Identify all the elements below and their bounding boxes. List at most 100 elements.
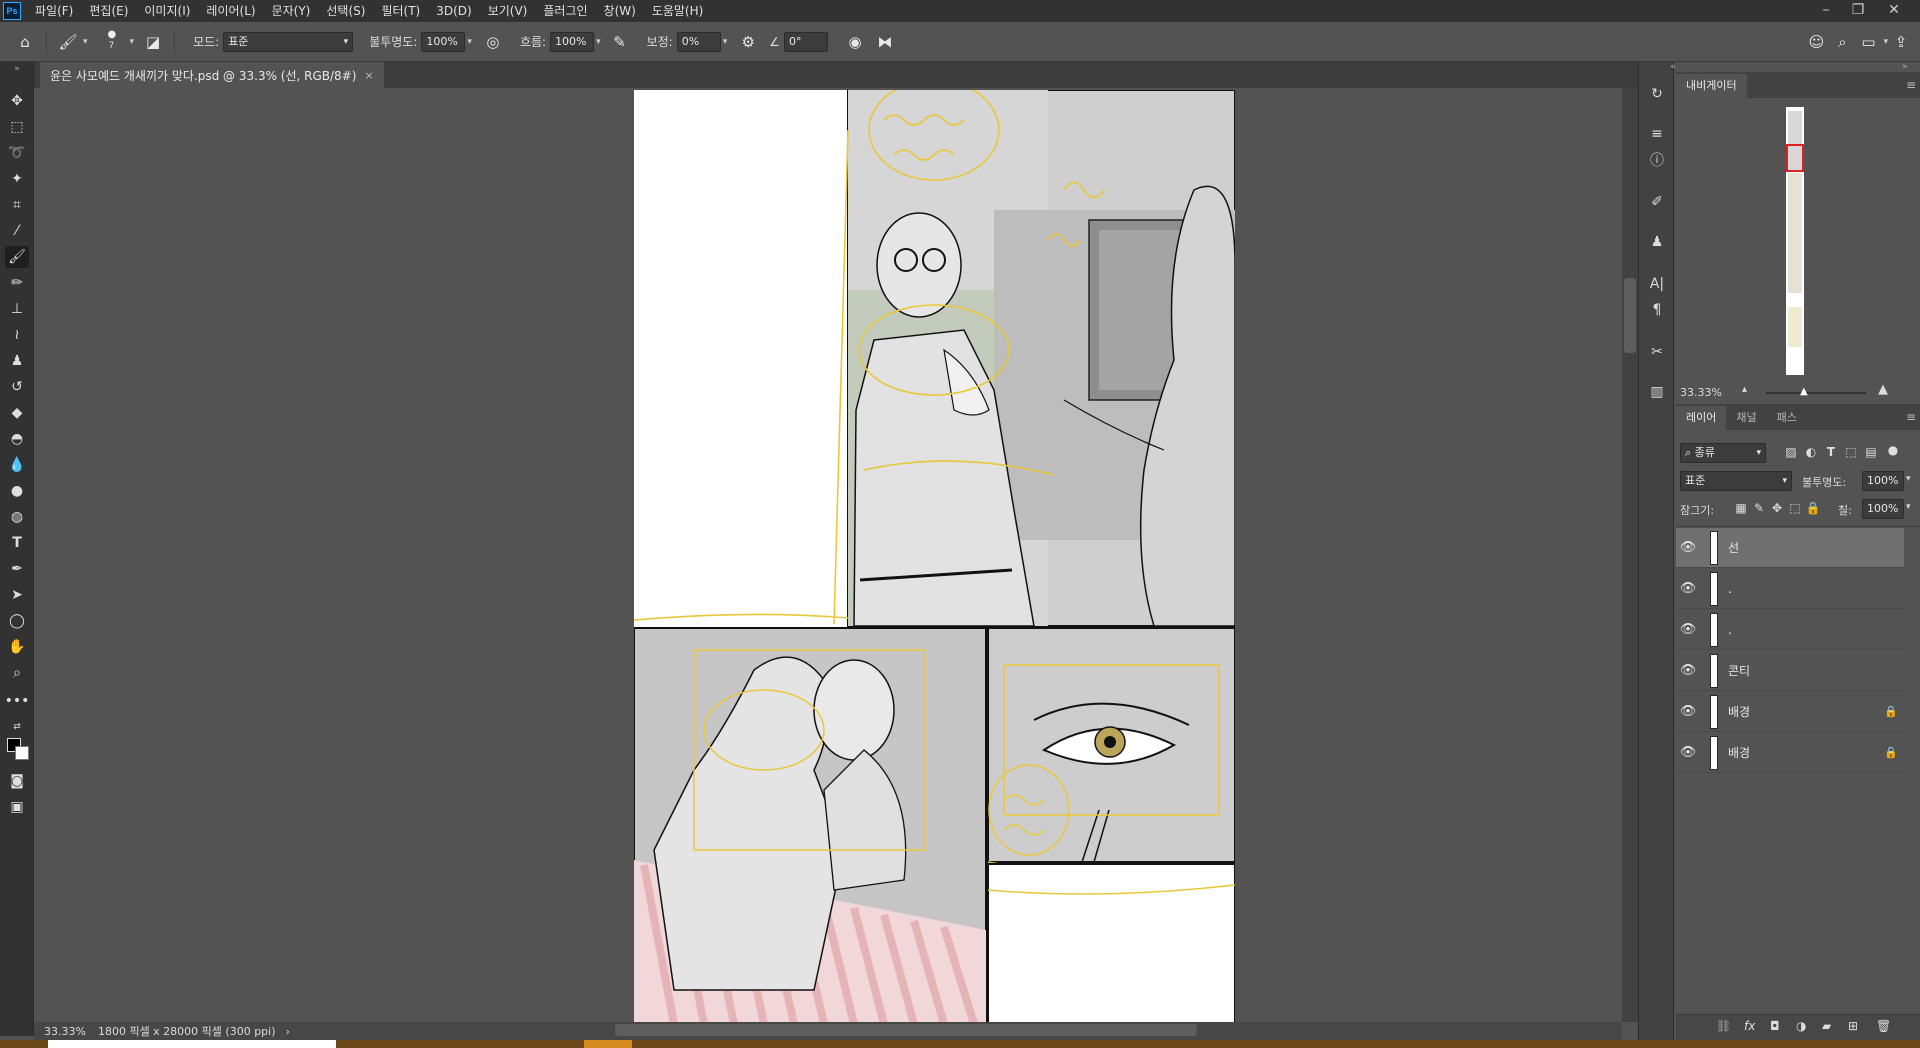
layer-thumbnail[interactable] — [1710, 735, 1718, 770]
layer-thumbnail[interactable] — [1710, 694, 1718, 729]
lock-all-icon[interactable]: 🔒 — [1804, 501, 1822, 515]
layer-row[interactable]: 👁 배경 🔒 — [1676, 733, 1904, 773]
layer-name[interactable]: 배경 — [1728, 744, 1884, 761]
layer-thumbnail[interactable] — [1710, 571, 1718, 606]
smoothing-field[interactable]: 0% — [676, 31, 721, 52]
info-icon[interactable]: ⓘ — [1645, 148, 1669, 172]
more-tools-icon[interactable]: ••• — [5, 690, 30, 712]
folder-icon[interactable]: ▰ — [1822, 1019, 1831, 1033]
lock-artboard-icon[interactable]: ⬚ — [1786, 501, 1804, 515]
document-tab[interactable]: 윤은 사모예드 개새끼가 맞다.psd @ 33.3% (선, RGB/8#) … — [40, 62, 384, 88]
blend-mode-select[interactable]: 표준 ▾ — [1680, 471, 1792, 491]
eraser-tool-icon[interactable]: ◆ — [5, 402, 29, 424]
menu-3d[interactable]: 3D(D) — [428, 0, 479, 22]
panel-menu-icon[interactable]: ≡ — [1906, 410, 1916, 424]
zoom-slider-thumb[interactable]: ▲ — [1800, 386, 1808, 397]
menu-type[interactable]: 문자(Y) — [264, 0, 319, 22]
clone-source-icon[interactable]: ♟ — [1645, 230, 1669, 254]
share-user-icon[interactable]: ☺ — [1803, 29, 1829, 55]
layer-name[interactable]: . — [1728, 582, 1884, 596]
lock-position-icon[interactable]: ✥ — [1768, 501, 1786, 515]
filter-toggle-icon[interactable]: ● — [1884, 443, 1902, 457]
close-icon[interactable]: × — [364, 69, 373, 82]
chevron-down-icon[interactable]: ▾ — [1906, 474, 1911, 484]
share-icon[interactable]: ⇪ — [1888, 29, 1914, 55]
gear-icon[interactable]: ⚙ — [735, 29, 761, 55]
chevron-down-icon[interactable]: ▾ — [83, 37, 88, 47]
add-mask-icon[interactable]: ◘ — [1770, 1019, 1780, 1033]
eyedropper-tool-icon[interactable]: ⁄ — [5, 220, 29, 242]
chevron-down-icon[interactable]: ▾ — [723, 37, 728, 47]
eye-icon[interactable]: 👁 — [1676, 581, 1700, 596]
menu-help[interactable]: 도움말(H) — [644, 0, 712, 22]
collapse-icon[interactable]: » — [1902, 62, 1908, 72]
filter-pixel-icon[interactable]: ▨ — [1782, 445, 1800, 459]
restore-button[interactable]: ❐ — [1842, 0, 1874, 22]
navigator-zoom[interactable]: 33.33% — [1680, 386, 1722, 399]
airbrush-icon[interactable]: ✎ — [607, 29, 633, 55]
collapse-icon[interactable]: » — [5, 64, 29, 74]
menu-edit[interactable]: 편집(E) — [81, 0, 136, 22]
chevron-down-icon[interactable]: ▾ — [130, 37, 135, 47]
history-icon[interactable]: ↻ — [1645, 82, 1669, 106]
brush-tool-icon[interactable]: 🖌 — [5, 246, 29, 268]
minimize-button[interactable]: – — [1810, 0, 1842, 22]
menu-layer[interactable]: 레이어(L) — [198, 0, 263, 22]
brush-settings-icon[interactable]: ◪ — [140, 29, 166, 55]
menu-file[interactable]: 파일(F) — [27, 0, 81, 22]
status-zoom[interactable]: 33.33% — [44, 1025, 86, 1038]
pen-tool-icon[interactable]: ✒ — [5, 558, 29, 580]
path-selection-tool-icon[interactable]: ➤ — [5, 584, 29, 606]
menu-select[interactable]: 선택(S) — [318, 0, 373, 22]
pressure-opacity-icon[interactable]: ◎ — [480, 29, 506, 55]
document-canvas[interactable] — [634, 90, 1235, 1022]
tab-paths[interactable]: 패스 — [1767, 406, 1807, 430]
paint-bucket-tool-icon[interactable]: ◓ — [5, 428, 29, 450]
eye-icon[interactable]: 👁 — [1676, 540, 1700, 555]
magic-wand-tool-icon[interactable]: ✦ — [5, 168, 29, 190]
eye-icon[interactable]: 👁 — [1676, 622, 1700, 637]
layer-name[interactable]: 콘티 — [1728, 662, 1884, 679]
workspace-icon[interactable]: ▭ — [1855, 29, 1881, 55]
layer-row[interactable]: 👁 콘티 — [1676, 651, 1904, 691]
quick-mask-icon[interactable]: ◙ — [5, 770, 29, 792]
menu-window[interactable]: 창(W) — [596, 0, 644, 22]
pressure-size-icon[interactable]: ◉ — [842, 29, 868, 55]
angle-field[interactable]: 0° — [784, 31, 829, 52]
tools-icon[interactable]: ✂ — [1645, 340, 1669, 364]
filter-smart-object-icon[interactable]: ▤ — [1862, 445, 1880, 459]
new-layer-icon[interactable]: ⊞ — [1848, 1019, 1858, 1033]
menu-plugins[interactable]: 플러그인 — [535, 0, 595, 22]
horizontal-scroll-thumb[interactable] — [615, 1024, 1197, 1036]
filter-adjustment-icon[interactable]: ◐ — [1802, 445, 1820, 459]
layer-name[interactable]: 선 — [1728, 539, 1884, 556]
background-color-swatch[interactable] — [15, 746, 29, 760]
reset-colors-icon[interactable]: ⇄ — [5, 716, 29, 738]
layer-thumbnail[interactable] — [1710, 653, 1718, 688]
menu-view[interactable]: 보기(V) — [480, 0, 536, 22]
ellipse-tool-icon[interactable]: ◯ — [5, 610, 29, 632]
type-tool-icon[interactable]: T — [5, 532, 29, 554]
eye-icon[interactable]: 👁 — [1676, 663, 1700, 678]
libraries-icon[interactable]: ▥ — [1645, 380, 1669, 404]
history-brush-tool-icon[interactable]: ↺ — [5, 376, 29, 398]
blur-tool-icon[interactable]: 💧 — [5, 454, 29, 476]
navigator-zoom-slider[interactable] — [1766, 392, 1866, 394]
fill-field[interactable]: 100% — [1862, 499, 1904, 519]
brush-size-picker[interactable]: ● 7 — [98, 27, 128, 57]
dodge-tool-icon[interactable]: ● — [5, 480, 29, 502]
adjustments-icon[interactable]: ≡ — [1645, 122, 1669, 146]
lock-icon[interactable]: 🔒 — [1884, 705, 1904, 718]
trash-icon[interactable]: 🗑 — [1876, 1019, 1891, 1033]
crop-tool-icon[interactable]: ⌗ — [5, 194, 29, 216]
navigator-view-box[interactable] — [1786, 144, 1804, 172]
zoom-out-icon[interactable]: ▴ — [1742, 384, 1747, 395]
eye-icon[interactable]: 👁 — [1676, 704, 1700, 719]
vertical-scroll-thumb[interactable] — [1624, 278, 1636, 353]
clone-stamp-tool-icon[interactable]: ⊥ — [5, 298, 29, 320]
layer-opacity-field[interactable]: 100% — [1862, 471, 1904, 491]
brush-tool-preset-icon[interactable]: 🖌 — [55, 29, 81, 55]
marquee-tool-icon[interactable]: ⬚ — [5, 116, 29, 138]
zoom-tool-icon[interactable]: ⌕ — [5, 662, 29, 684]
adjustment-layer-icon[interactable]: ◑ — [1796, 1019, 1806, 1033]
